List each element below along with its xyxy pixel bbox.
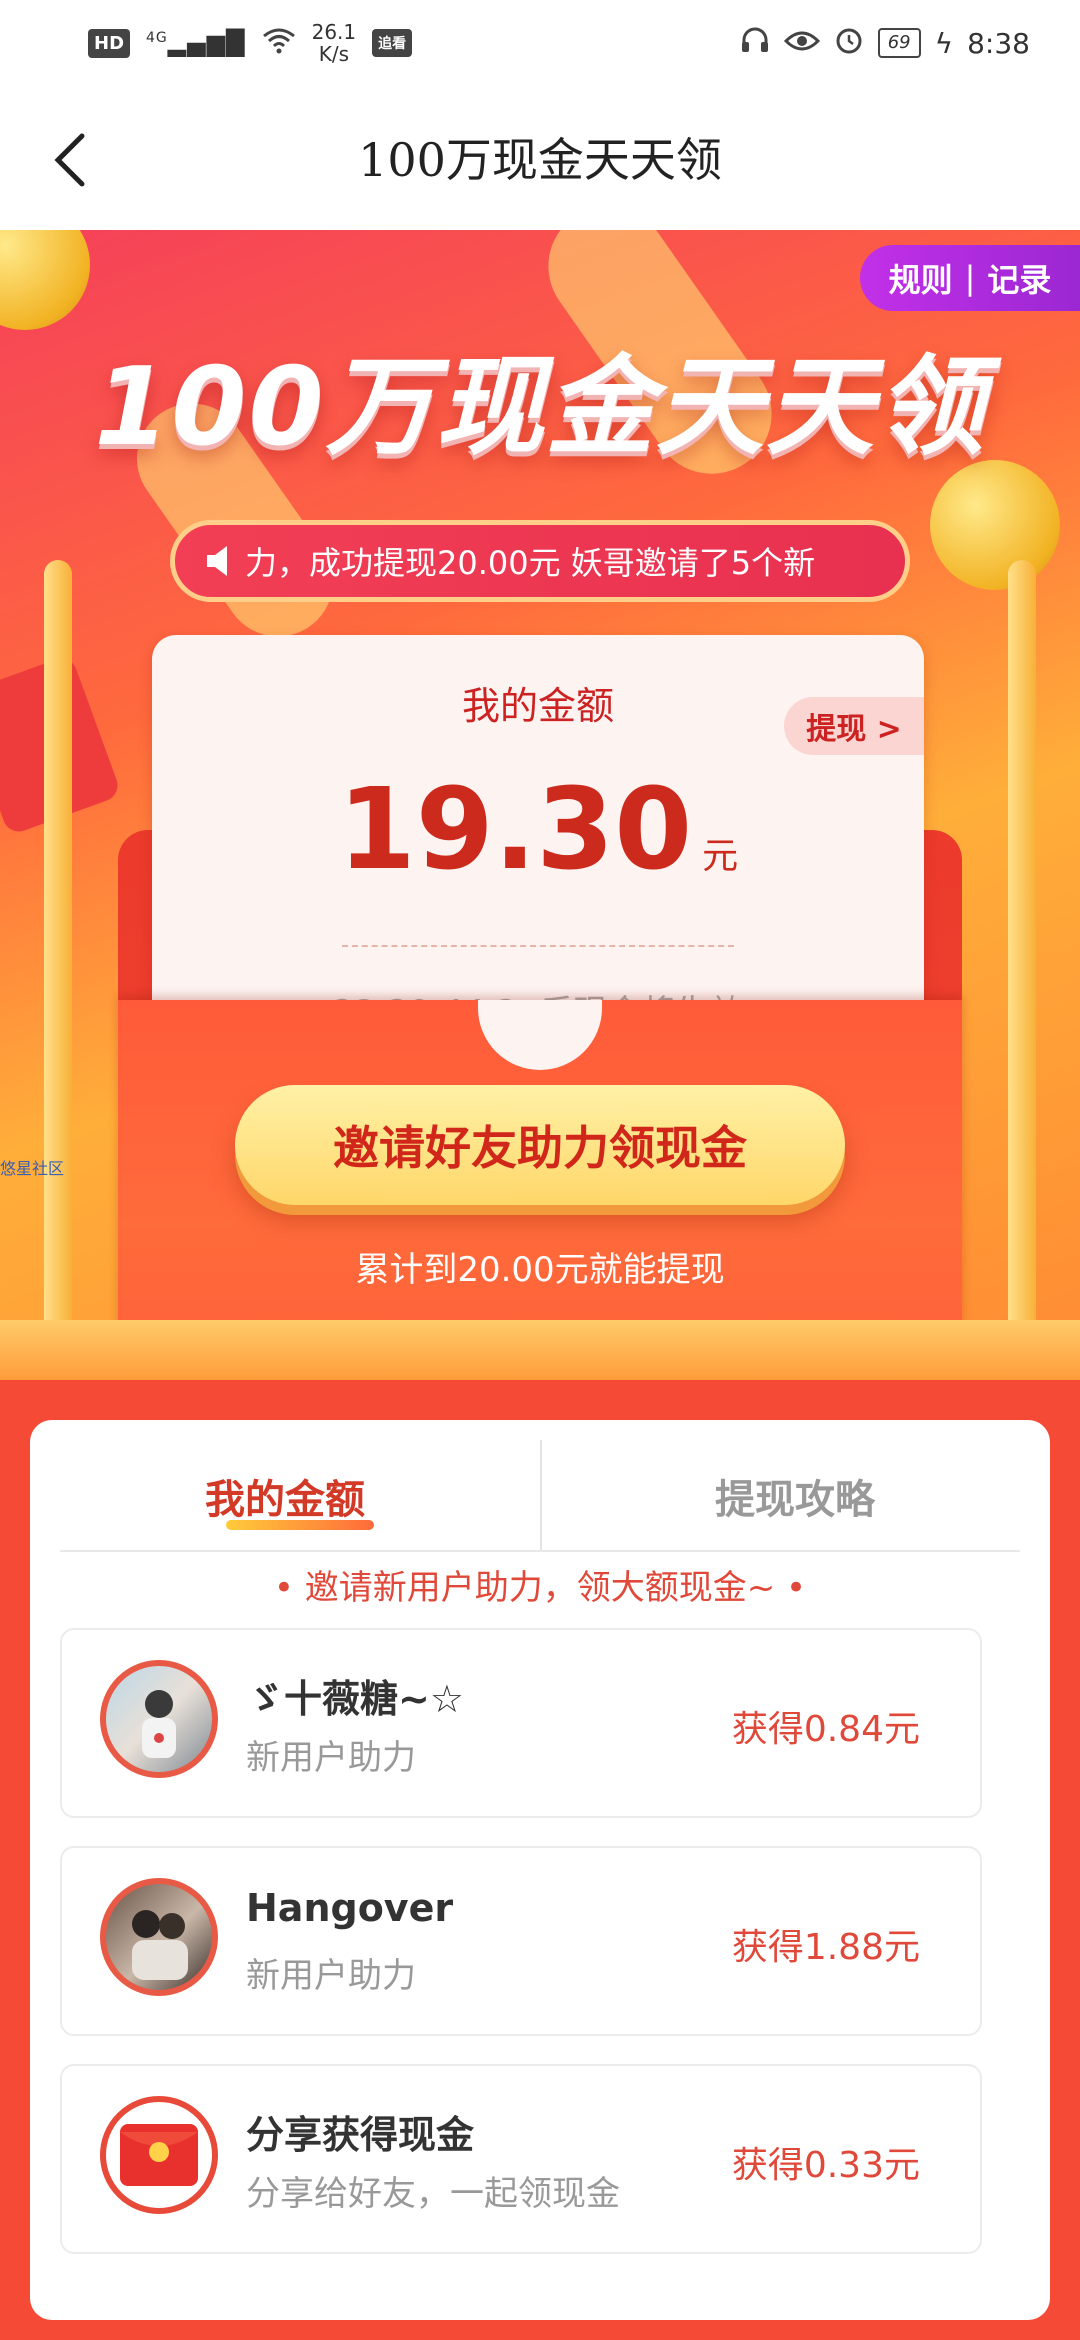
side-watermark: 悠星社区 xyxy=(0,1159,65,1178)
list-item: ゞ十薇糖~☆ 新用户助力 获得0.84元 xyxy=(60,1628,982,1818)
coin-icon xyxy=(0,230,90,330)
tab-divider xyxy=(540,1440,542,1550)
eye-icon xyxy=(783,27,820,60)
item-reward: 获得1.88元 xyxy=(731,1927,920,1968)
headphones-icon xyxy=(740,26,770,61)
item-reward: 获得0.84元 xyxy=(731,1709,920,1750)
red-envelope-icon xyxy=(100,2096,218,2214)
tab-my-amount[interactable]: 我的金额 xyxy=(30,1450,540,1550)
dashed-divider xyxy=(342,945,734,947)
speed-unit: K/s xyxy=(318,42,350,66)
hero-title: 100万现金天天领 xyxy=(94,345,986,470)
item-subtitle: 新用户助力 xyxy=(246,1738,416,1778)
status-right: 69 ϟ 8:38 xyxy=(740,18,1030,68)
status-left: HD 4G▂▄▆█ 26.1 K/s 追看 xyxy=(88,18,413,68)
bottom-strip xyxy=(0,2320,1080,2340)
hero-bottom-band xyxy=(0,1320,1080,1380)
item-subtitle: 分享给好友，一起领现金 xyxy=(246,2174,620,2214)
right-rail xyxy=(1008,560,1036,1340)
title-bar: 100万现金天天领 xyxy=(0,90,1080,230)
rules-link[interactable]: 规则 xyxy=(889,255,953,301)
status-time: 8:38 xyxy=(967,26,1030,60)
app-notification-icon: 追看 xyxy=(372,29,413,57)
coin-icon xyxy=(930,460,1060,590)
battery-indicator: 69 xyxy=(877,28,921,58)
tabs-bottom-line xyxy=(60,1550,1020,1552)
tab-withdraw-guide[interactable]: 提现攻略 xyxy=(540,1450,1050,1550)
withdraw-button[interactable]: 提现 > xyxy=(784,697,924,755)
back-button[interactable] xyxy=(30,120,110,200)
item-subtitle: 新用户助力 xyxy=(246,1956,416,1996)
rules-records-link[interactable]: 规则 | 记录 xyxy=(860,245,1080,311)
network-speed: 26.1 K/s xyxy=(312,21,357,65)
promo-line: • 邀请新用户助力，领大额现金~ • xyxy=(273,1568,807,1608)
withdraw-threshold-note: 累计到20.00元就能提现 xyxy=(355,1250,725,1290)
speaker-icon xyxy=(207,546,227,576)
separator: | xyxy=(964,259,976,297)
page-title: 100万现金天天领 xyxy=(358,133,722,187)
speed-value: 26.1 xyxy=(311,20,357,44)
network-type: 4G xyxy=(146,30,168,46)
chevron-left-icon xyxy=(54,133,85,187)
invite-friends-button[interactable]: 邀请好友助力领现金 xyxy=(235,1085,845,1205)
item-title: ゞ十薇糖~☆ xyxy=(246,1677,464,1721)
hd-badge: HD xyxy=(88,28,131,58)
charging-icon: ϟ xyxy=(934,26,954,60)
balance-amount-row: 19.30 元 xyxy=(152,765,924,895)
wifi-icon xyxy=(262,26,296,60)
records-link[interactable]: 记录 xyxy=(987,255,1051,301)
active-tab-indicator xyxy=(226,1520,374,1530)
balance-unit: 元 xyxy=(702,836,739,877)
list-item: 分享获得现金 分享给好友，一起领现金 获得0.33元 xyxy=(60,2064,982,2254)
notice-marquee: 力，成功提现20.00元 妖哥邀请了5个新 xyxy=(170,520,910,602)
left-rail xyxy=(44,560,72,1340)
avatar xyxy=(100,1878,218,1996)
signal-icon: 4G▂▄▆█ xyxy=(146,29,246,57)
item-title: 分享获得现金 xyxy=(246,2113,475,2157)
list-item: Hangover 新用户助力 获得1.88元 xyxy=(60,1846,982,2036)
balance-amount: 19.30 xyxy=(337,765,693,895)
details-panel: 我的金额 提现攻略 • 邀请新用户助力，领大额现金~ • ゞ十薇糖~☆ 新用户助… xyxy=(30,1420,1050,2320)
status-bar: HD 4G▂▄▆█ 26.1 K/s 追看 69 ϟ 8:38 xyxy=(0,0,1080,90)
alarm-icon xyxy=(834,25,864,62)
item-reward: 获得0.33元 xyxy=(731,2145,920,2186)
avatar xyxy=(100,1660,218,1778)
marquee-text: 力，成功提现20.00元 妖哥邀请了5个新 xyxy=(245,544,816,582)
item-title: Hangover xyxy=(246,1886,454,1930)
hero-banner: 规则 | 记录 100万现金天天领 力，成功提现20.00元 妖哥邀请了5个新 … xyxy=(0,230,1080,1380)
